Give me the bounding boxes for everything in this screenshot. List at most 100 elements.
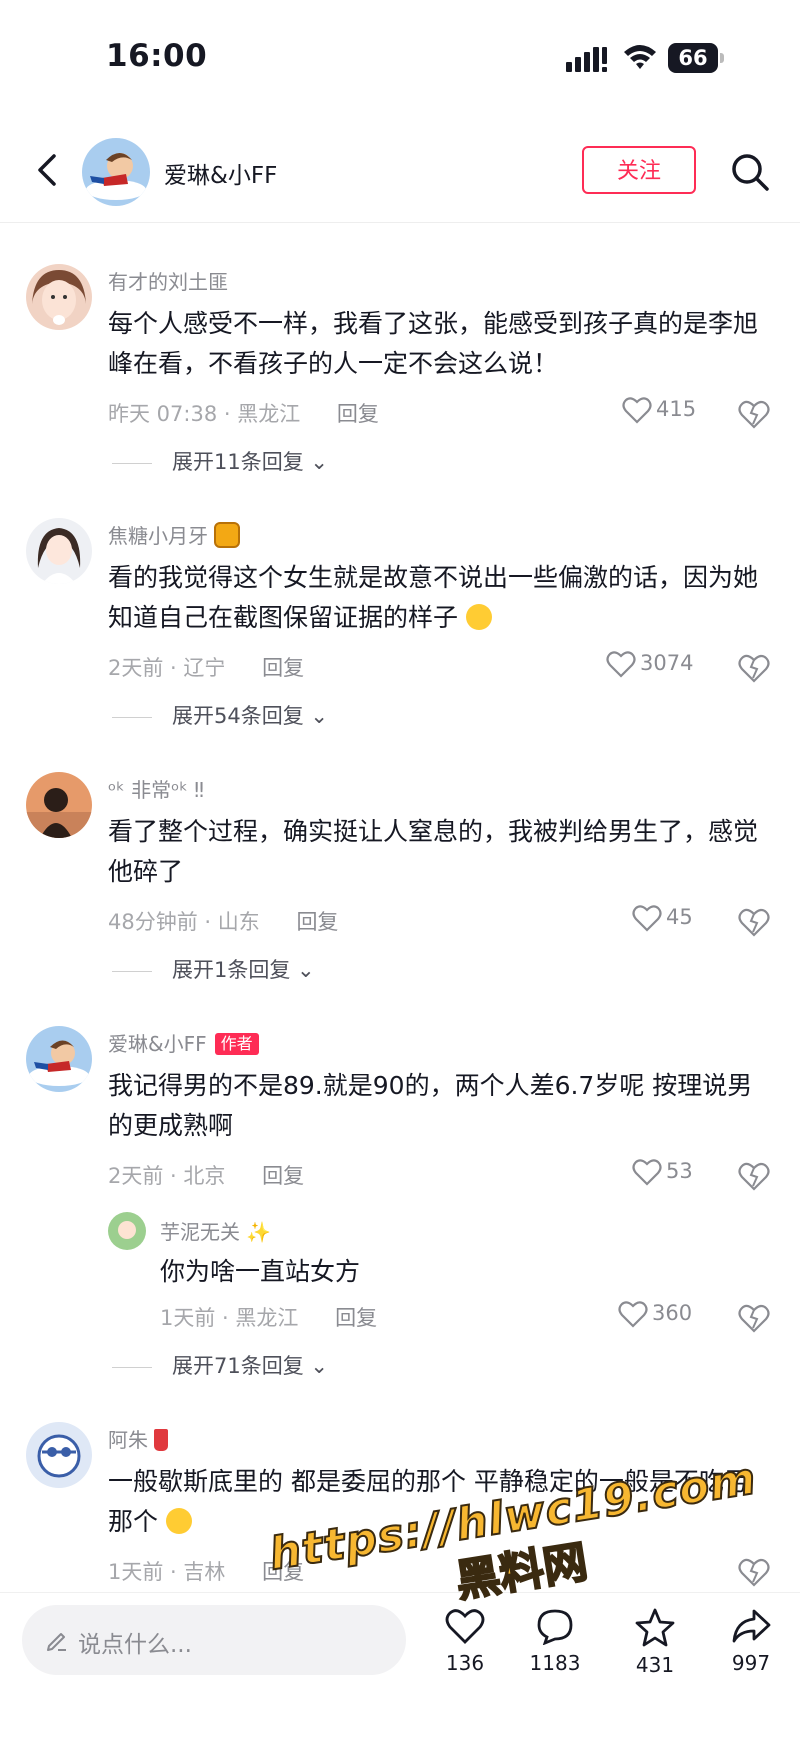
divider-line [112, 462, 152, 464]
comment-text: 看的我觉得这个女生就是故意不说出一些偏激的话，因为她知道自己在截图保留证据的样子 [108, 558, 764, 638]
sub-reply-text: 你为啥一直站女方 [160, 1257, 361, 1286]
author-badge: 作者 [214, 1033, 259, 1055]
like-count: 3074 [640, 651, 694, 675]
share-arrow-icon [732, 1609, 771, 1643]
sub-reply-username-text: 芋泥无关 [160, 1220, 240, 1244]
reply-button[interactable]: 回复 [296, 910, 338, 934]
expand-replies-label: 展开54条回复 [172, 704, 304, 728]
comment-meta: 1天前 · 吉林 回复 [108, 1556, 304, 1586]
comment-username[interactable]: 有才的刘土匪 [108, 266, 228, 295]
dislike-icon[interactable] [738, 398, 770, 430]
like-button[interactable]: 415 [622, 396, 696, 424]
like-button[interactable]: 53 [632, 1158, 693, 1186]
expand-replies-button[interactable]: 展开71条回复 ⌄ [112, 1350, 328, 1380]
heart-icon [632, 1159, 662, 1186]
battery-indicator: 66 [668, 43, 724, 73]
reply-button[interactable]: 回复 [262, 656, 304, 680]
commenter-avatar[interactable] [26, 772, 92, 838]
comment-input[interactable]: 说点什么... [22, 1605, 406, 1675]
comment-meta: 昨天 07:38 · 黑龙江 回复 [108, 398, 379, 428]
comment-time-location: 2天前 · 辽宁 [108, 656, 226, 680]
sub-reply-username[interactable]: 芋泥无关 ✨ [160, 1216, 271, 1245]
favorite-button[interactable]: 431 [620, 1607, 690, 1677]
dislike-icon[interactable] [738, 1160, 770, 1192]
comment-username-text: 爱琳&小FF [108, 1032, 207, 1056]
chevron-down-icon: ⌄ [303, 1354, 329, 1378]
like-button[interactable]: 3074 [606, 650, 693, 678]
comment-username[interactable]: 焦糖小月牙 [108, 520, 241, 549]
back-arrow-icon[interactable] [28, 148, 68, 192]
comment-text: 每个人感受不一样，我看了这张，能感受到孩子真的是李旭峰在看，不看孩子的人一定不会… [108, 309, 759, 378]
heart-icon [632, 905, 662, 932]
comment-meta: 2天前 · 北京 回复 [108, 1160, 304, 1190]
comment-text-content: 看的我觉得这个女生就是故意不说出一些偏激的话，因为她知道自己在截图保留证据的样子 [108, 563, 759, 632]
status-time: 16:00 [106, 38, 208, 74]
search-icon[interactable] [728, 150, 772, 194]
dislike-icon[interactable] [738, 1302, 770, 1334]
sub-reply-time-location: 1天前 · 黑龙江 [160, 1306, 299, 1330]
laughing-tears-emoji-icon [165, 1508, 192, 1534]
commenter-avatar[interactable] [26, 1422, 92, 1488]
bottom-action-bar: 说点什么... 136 1183 431 997 [0, 1592, 800, 1740]
expand-replies-label: 展开71条回复 [172, 1354, 304, 1378]
divider-line [112, 970, 152, 972]
comment-count-button[interactable]: 1183 [520, 1607, 590, 1675]
sparkles-icon: ✨ [240, 1220, 272, 1244]
sub-reply-button[interactable]: 回复 [335, 1306, 377, 1330]
signal-icon [566, 47, 607, 72]
sub-reply-avatar[interactable] [108, 1212, 146, 1250]
comment-meta: 48分钟前 · 山东 回复 [108, 906, 338, 936]
star-icon [635, 1608, 675, 1647]
account-name[interactable]: 爱琳&小FF [164, 156, 277, 190]
comment-username[interactable]: 爱琳&小FF 作者 [108, 1028, 259, 1057]
comment-username[interactable]: 阿朱 [108, 1424, 168, 1453]
expand-replies-button[interactable]: 展开1条回复 ⌄ [112, 954, 315, 984]
reply-button[interactable]: 回复 [262, 1560, 304, 1584]
comment-input-placeholder: 说点什么... [78, 1632, 192, 1658]
sub-reply-like-count: 360 [652, 1301, 693, 1325]
divider-line [112, 1366, 152, 1368]
heart-icon [445, 1609, 485, 1644]
divider-line [112, 716, 152, 718]
like-video-button[interactable]: 136 [430, 1607, 500, 1675]
sub-reply-like-button[interactable]: 360 [618, 1300, 692, 1328]
dislike-icon[interactable] [738, 1556, 770, 1588]
top-nav-bar: 爱琳&小FF 关注 [0, 130, 800, 223]
comment-meta: 2天前 · 辽宁 回复 [108, 652, 304, 682]
expand-replies-label: 展开1条回复 [172, 958, 291, 982]
comment-time-location: 昨天 07:38 · 黑龙江 [108, 402, 301, 426]
commenter-avatar[interactable] [26, 264, 92, 330]
follow-button[interactable]: 关注 [582, 146, 696, 194]
heart-icon [606, 651, 636, 678]
dislike-icon[interactable] [738, 652, 770, 684]
expand-replies-button[interactable]: 展开11条回复 ⌄ [112, 446, 328, 476]
comment-text: 一般歇斯底里的 都是委屈的那个 平静稳定的一般是不吃亏那个 [108, 1462, 764, 1542]
commenter-avatar[interactable] [26, 1026, 92, 1092]
chevron-down-icon: ⌄ [303, 450, 329, 474]
chevron-down-icon: ⌄ [303, 704, 329, 728]
comment-username[interactable]: ᵒᵏ 非常ᵒᵏ ‼ [108, 774, 204, 803]
expand-replies-button[interactable]: 展开54条回复 ⌄ [112, 700, 328, 730]
like-video-count: 136 [445, 1651, 485, 1675]
chevron-down-icon: ⌄ [290, 958, 315, 982]
sub-reply-meta: 1天前 · 黑龙江 回复 [160, 1302, 377, 1332]
commenter-avatar[interactable] [26, 518, 92, 584]
wifi-icon [624, 45, 656, 69]
honey-jar-icon [214, 522, 241, 548]
account-avatar[interactable] [82, 138, 150, 206]
comment-text: 看了整个过程，确实挺让人窒息的，我被判给男生了，感觉他碎了 [108, 817, 759, 886]
like-count: 53 [666, 1159, 693, 1183]
expand-replies-label: 展开11条回复 [172, 450, 304, 474]
reply-button[interactable]: 回复 [262, 1164, 304, 1188]
share-button[interactable]: 997 [716, 1607, 786, 1675]
status-bar: 16:00 66 [0, 0, 800, 110]
reply-button[interactable]: 回复 [337, 402, 379, 426]
dislike-icon[interactable] [738, 906, 770, 938]
drink-cup-icon [154, 1429, 168, 1451]
heart-icon [622, 397, 652, 424]
like-count: 415 [656, 397, 697, 421]
share-count: 997 [731, 1651, 771, 1675]
comment-count: 1183 [529, 1651, 581, 1675]
comment-text-content: 一般歇斯底里的 都是委屈的那个 平静稳定的一般是不吃亏那个 [108, 1467, 749, 1536]
like-button[interactable]: 45 [632, 904, 693, 932]
